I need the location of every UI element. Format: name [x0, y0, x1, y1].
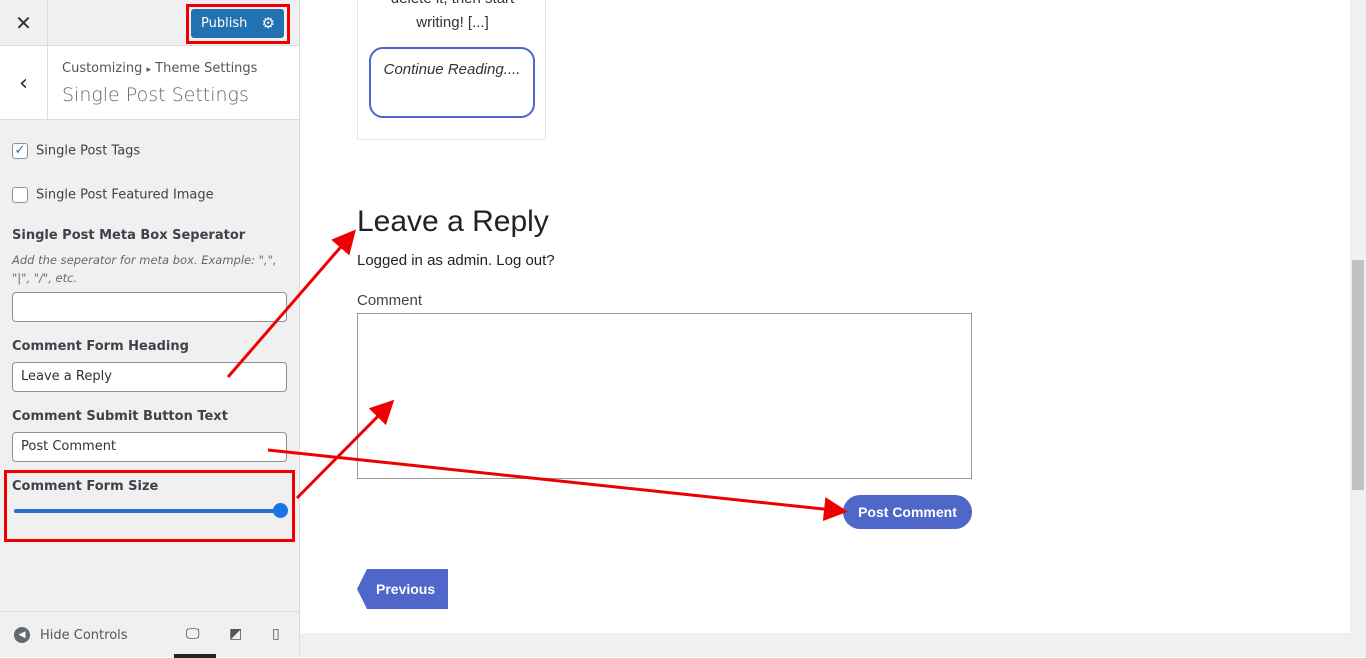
single-post-tags-control[interactable]: ✓ Single Post Tags: [12, 143, 140, 159]
previous-post-button[interactable]: Previous: [357, 569, 448, 609]
post-excerpt: delete it, then start writing! [...]: [358, 0, 547, 35]
customizer-sidebar: ✕ Publish ⚙ ‹ Customizing ▸ Theme Setting…: [0, 0, 300, 658]
single-post-tags-label: Single Post Tags: [36, 143, 141, 159]
breadcrumb-root: Customizing: [62, 61, 143, 76]
breadcrumb-parent: Theme Settings: [155, 61, 258, 76]
logged-in-text[interactable]: Logged in as admin. Log out?: [357, 252, 555, 269]
comment-button-text-input[interactable]: Post Comment: [12, 432, 287, 462]
page-title: Single Post Settings: [62, 84, 249, 106]
featured-image-checkbox[interactable]: [12, 187, 28, 203]
comment-label: Comment: [357, 292, 423, 309]
comment-heading-input[interactable]: Leave a Reply: [12, 362, 287, 392]
customizer-footer: ◀ Hide Controls 🖵 ◩ ▯: [0, 611, 299, 658]
comment-button-text-label: Comment Submit Button Text: [12, 409, 228, 424]
meta-separator-description: Add the seperator for meta box. Example:…: [12, 253, 277, 285]
collapse-icon: ◀: [14, 627, 30, 643]
comment-heading-label: Comment Form Heading: [12, 339, 189, 354]
customizer-topbar: ✕ Publish ⚙: [0, 0, 299, 46]
comment-form-size-label: Comment Form Size: [12, 479, 159, 494]
mobile-preview-icon[interactable]: ▯: [272, 626, 280, 642]
section-header: ‹ Customizing ▸ Theme Settings Single Po…: [0, 46, 299, 120]
hide-controls-button[interactable]: ◀ Hide Controls: [14, 627, 128, 643]
excerpt-line: delete it, then start: [358, 0, 547, 11]
tablet-preview-icon[interactable]: ◩: [229, 626, 242, 642]
desktop-preview-icon[interactable]: 🖵: [186, 626, 200, 642]
breadcrumb: Customizing ▸ Theme Settings: [62, 61, 257, 76]
scrollbar-thumb[interactable]: [1352, 260, 1364, 490]
comment-form-size-slider[interactable]: [14, 509, 286, 513]
post-card: delete it, then start writing! [...] Cont…: [357, 0, 546, 140]
comment-textarea[interactable]: [357, 313, 972, 479]
publish-button[interactable]: Publish ⚙: [191, 9, 284, 38]
continue-reading-button[interactable]: Continue Reading....: [369, 47, 535, 118]
reply-heading: Leave a Reply: [357, 205, 549, 238]
meta-separator-label: Single Post Meta Box Seperator: [12, 228, 246, 243]
meta-separator-input[interactable]: [12, 292, 287, 322]
hide-controls-label: Hide Controls: [40, 627, 128, 643]
device-selected-indicator: [174, 654, 216, 658]
back-chevron-icon[interactable]: ‹: [0, 46, 48, 120]
single-post-tags-checkbox[interactable]: ✓: [12, 143, 28, 159]
publish-label: Publish: [201, 16, 248, 31]
excerpt-line: writing! [...]: [416, 14, 489, 31]
site-preview: delete it, then start writing! [...] Cont…: [300, 0, 1350, 633]
breadcrumb-separator: ▸: [146, 65, 152, 75]
featured-image-control[interactable]: Single Post Featured Image: [12, 187, 214, 203]
preview-bottom-gutter: [300, 633, 1366, 657]
close-icon[interactable]: ✕: [0, 0, 48, 46]
featured-image-label: Single Post Featured Image: [36, 187, 214, 203]
slider-handle[interactable]: [273, 503, 288, 518]
post-comment-button[interactable]: Post Comment: [843, 495, 972, 529]
gear-icon[interactable]: ⚙: [262, 14, 275, 32]
